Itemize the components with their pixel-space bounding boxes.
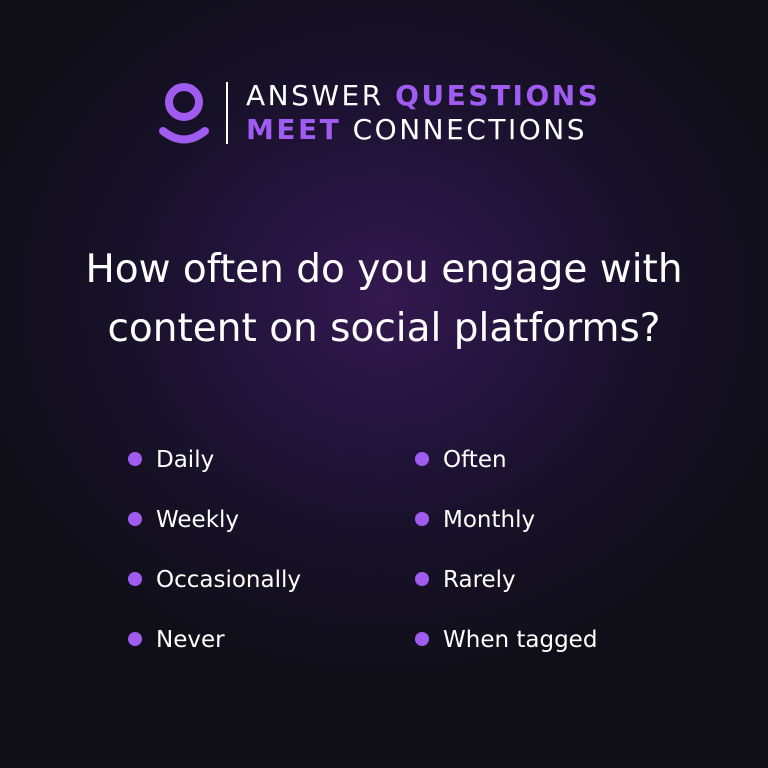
option-label: Occasionally bbox=[156, 567, 301, 593]
option-label: When tagged bbox=[443, 627, 598, 653]
option-label: Daily bbox=[156, 447, 215, 473]
option-daily[interactable]: Daily bbox=[128, 440, 214, 480]
question-line-2: content on social platforms? bbox=[107, 306, 661, 351]
option-label: Weekly bbox=[156, 507, 240, 533]
bullet-dot-icon bbox=[128, 632, 142, 646]
question-title: How often do you engage with content on … bbox=[0, 240, 768, 358]
tagline-line-2: MEET CONNECTIONS bbox=[246, 113, 600, 147]
option-when-tagged[interactable]: When tagged bbox=[415, 620, 597, 660]
option-label: Often bbox=[443, 447, 507, 473]
option-label: Monthly bbox=[443, 507, 536, 533]
bullet-dot-icon bbox=[128, 572, 142, 586]
tagline-questions: QUESTIONS bbox=[395, 79, 601, 112]
bullet-dot-icon bbox=[128, 512, 142, 526]
option-occasionally[interactable]: Occasionally bbox=[128, 560, 301, 600]
option-often[interactable]: Often bbox=[415, 440, 507, 480]
option-label: Never bbox=[156, 627, 225, 653]
tagline: ANSWER QUESTIONS MEET CONNECTIONS bbox=[246, 79, 600, 147]
bullet-dot-icon bbox=[415, 572, 429, 586]
option-monthly[interactable]: Monthly bbox=[415, 500, 535, 540]
tagline-meet: MEET bbox=[246, 113, 342, 146]
header: ANSWER QUESTIONS MEET CONNECTIONS bbox=[158, 79, 600, 147]
bullet-dot-icon bbox=[415, 512, 429, 526]
option-label: Rarely bbox=[443, 567, 516, 593]
question-line-1: How often do you engage with bbox=[85, 247, 683, 292]
user-profile-icon bbox=[159, 83, 209, 144]
option-never[interactable]: Never bbox=[128, 620, 225, 660]
tagline-connections: CONNECTIONS bbox=[352, 113, 587, 146]
option-rarely[interactable]: Rarely bbox=[415, 560, 516, 600]
bullet-dot-icon bbox=[128, 452, 142, 466]
option-weekly[interactable]: Weekly bbox=[128, 500, 239, 540]
bullet-dot-icon bbox=[415, 452, 429, 466]
header-divider bbox=[226, 82, 228, 144]
bullet-dot-icon bbox=[415, 632, 429, 646]
tagline-line-1: ANSWER QUESTIONS bbox=[246, 79, 600, 113]
tagline-answer: ANSWER bbox=[246, 79, 384, 112]
